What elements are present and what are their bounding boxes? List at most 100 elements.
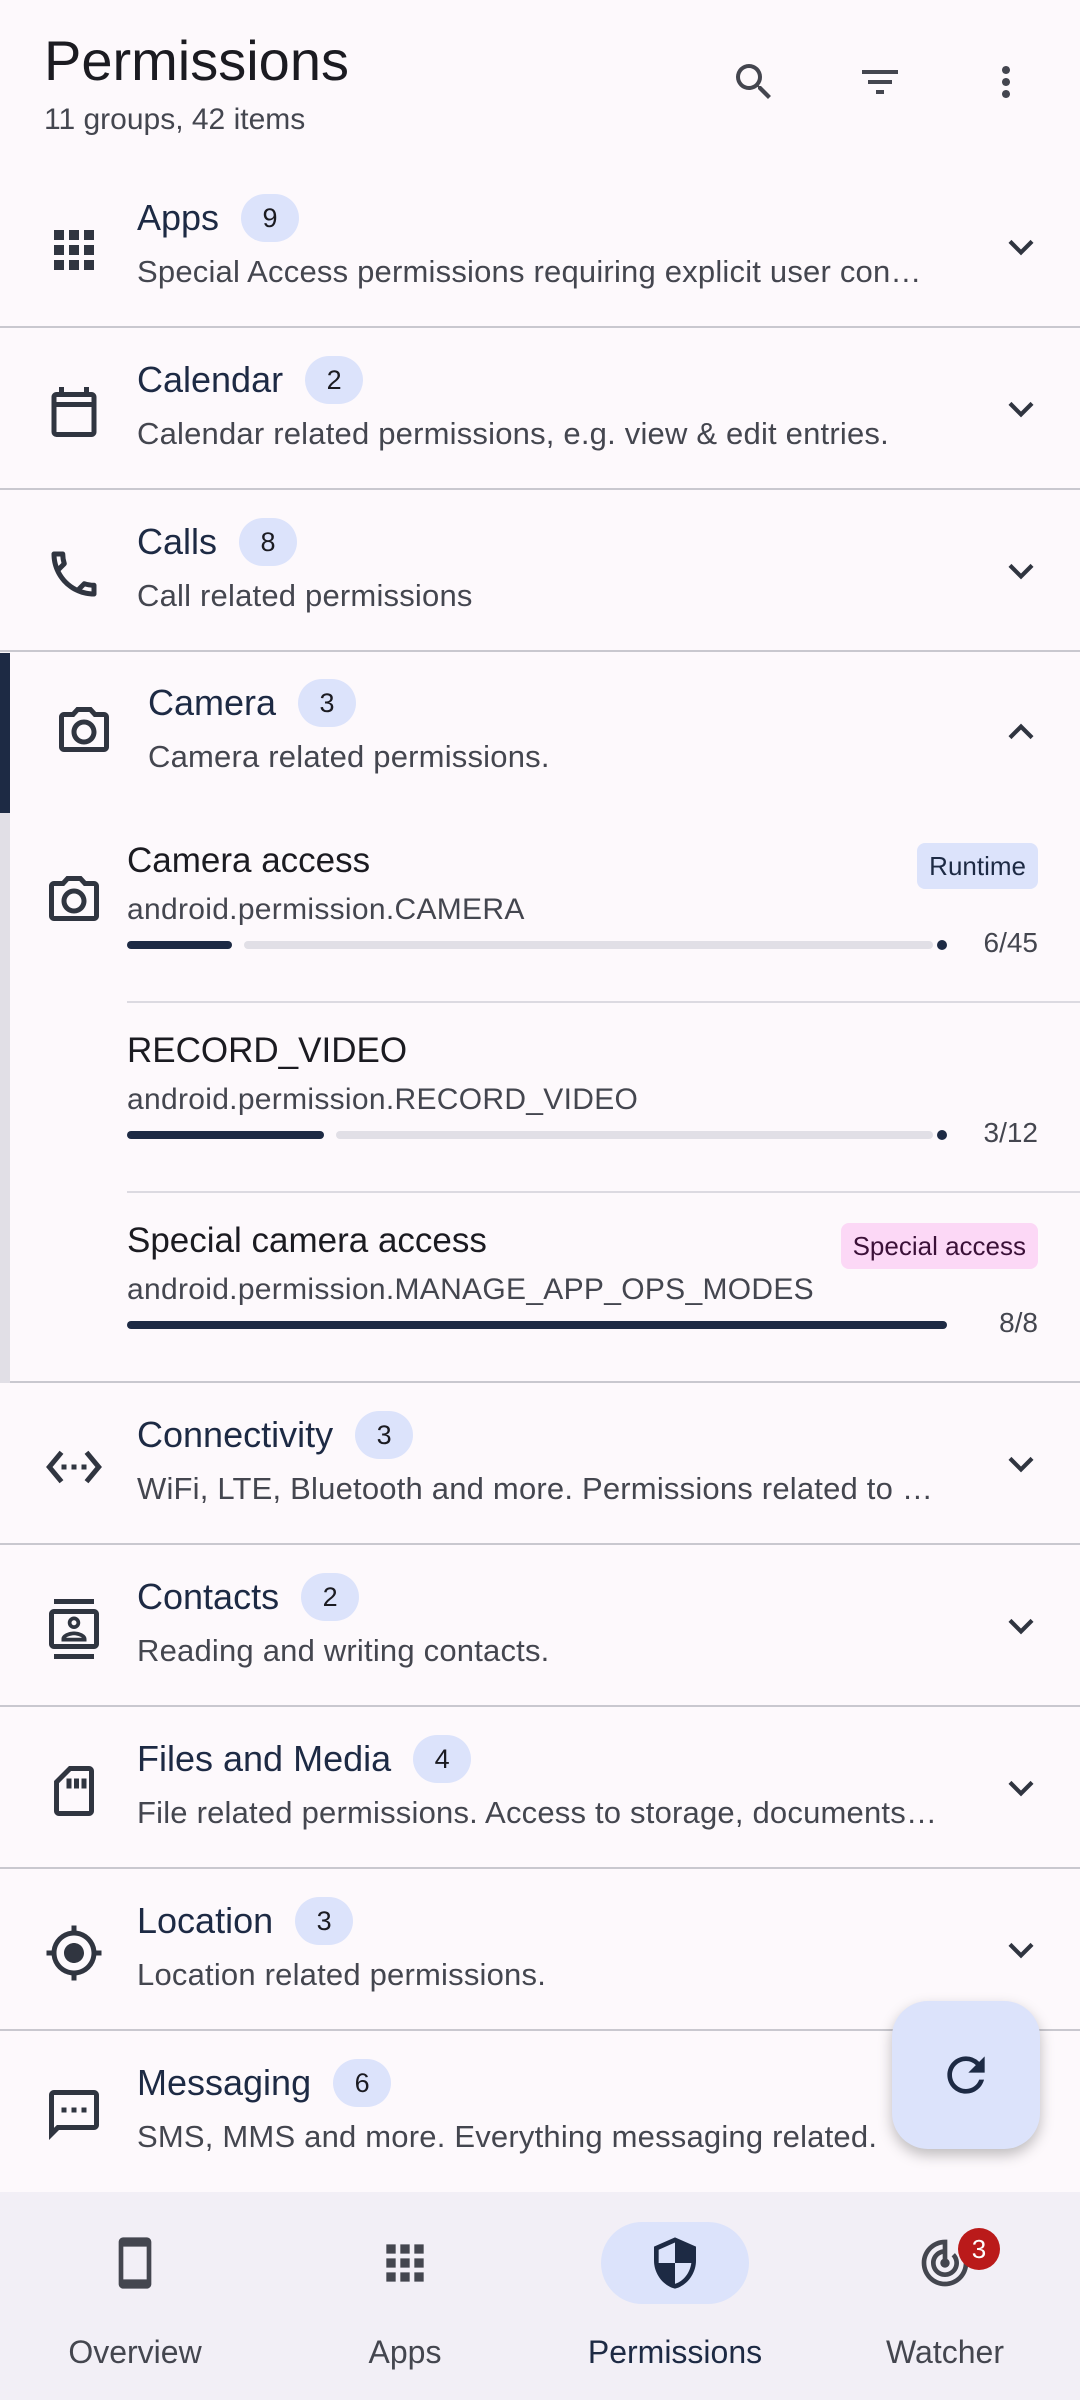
permission-type-tag: Runtime <box>917 843 1038 889</box>
chevron-up-icon[interactable] <box>996 707 1046 757</box>
permission-id: android.permission.RECORD_VIDEO <box>127 1083 639 1116</box>
permission-type-tag: Special access <box>840 1223 1038 1269</box>
chevron-down-icon[interactable] <box>996 384 1046 434</box>
nav-label: Watcher <box>886 2334 1004 2370</box>
chevron-down-icon[interactable] <box>996 546 1046 596</box>
phone-icon <box>40 540 108 608</box>
group-title: Files and Media 4 <box>137 1729 472 1789</box>
group-connectivity[interactable]: Connectivity 3 WiFi, LTE, Bluetooth and … <box>0 1383 1080 1545</box>
search-icon[interactable] <box>722 50 786 114</box>
group-name: Contacts <box>137 1576 280 1617</box>
group-title: Messaging 6 <box>137 2053 392 2113</box>
group-count-badge: 6 <box>333 2059 392 2107</box>
group-description: Location related permissions. <box>137 1957 547 1992</box>
group-description: WiFi, LTE, Bluetooth and more. Permissio… <box>137 1471 937 1506</box>
grant-count: 6/45 <box>983 927 1039 958</box>
expanded-accent-bar <box>0 653 10 813</box>
sd-card-icon <box>40 1757 108 1825</box>
connectivity-icon <box>40 1433 108 1501</box>
phone-device-icon <box>61 2222 209 2304</box>
group-name: Calls <box>137 521 218 562</box>
group-description: Calendar related permissions, e.g. view … <box>137 416 889 451</box>
group-calendar[interactable]: Calendar 2 Calendar related permissions,… <box>0 328 1080 490</box>
more-vert-icon[interactable] <box>974 50 1038 114</box>
refresh-fab[interactable] <box>892 2001 1040 2149</box>
group-description: SMS, MMS and more. Everything messaging … <box>137 2119 878 2154</box>
grant-count: 8/8 <box>999 1307 1038 1338</box>
group-title: Apps 9 <box>137 188 300 248</box>
permission-item-camera[interactable]: Camera access android.permission.CAMERA … <box>0 813 1080 1003</box>
location-icon <box>40 1919 108 1987</box>
group-count-badge: 3 <box>355 1411 414 1459</box>
contacts-icon <box>40 1595 108 1663</box>
group-title: Calls 8 <box>137 512 298 572</box>
nav-label: Overview <box>68 2334 202 2370</box>
group-name: Calendar <box>137 359 284 400</box>
calendar-icon <box>40 378 108 446</box>
group-description: Reading and writing contacts. <box>137 1633 550 1668</box>
message-icon <box>40 2081 108 2149</box>
nav-item-overview[interactable]: Overview <box>0 2192 270 2400</box>
group-count-badge: 9 <box>241 194 300 242</box>
nav-item-apps[interactable]: Apps <box>270 2192 540 2400</box>
group-camera-header[interactable]: Camera 3 Camera related permissions. <box>0 653 1080 813</box>
radar-icon <box>871 2222 1019 2304</box>
group-title: Contacts 2 <box>137 1567 360 1627</box>
group-count-badge: 2 <box>305 356 364 404</box>
group-description: Special Access permissions requiring exp… <box>137 254 937 289</box>
apps-grid-icon <box>331 2222 479 2304</box>
camera-icon <box>50 698 118 766</box>
nav-item-watcher[interactable]: 3 Watcher <box>810 2192 1080 2400</box>
permissions-screen: Permissions 11 groups, 42 items Apps 9 S… <box>0 0 1080 2400</box>
group-count-badge: 2 <box>301 1573 360 1621</box>
group-title: Connectivity 3 <box>137 1405 414 1465</box>
chevron-down-icon[interactable] <box>996 222 1046 272</box>
permission-item-special-camera[interactable]: Special camera access android.permission… <box>0 1193 1080 1383</box>
grant-progress-bar <box>127 940 947 950</box>
group-contacts[interactable]: Contacts 2 Reading and writing contacts. <box>0 1545 1080 1707</box>
group-name: Files and Media <box>137 1738 392 1779</box>
permission-label: Camera access <box>127 841 371 880</box>
group-name: Apps <box>137 197 220 238</box>
group-camera: Camera 3 Camera related permissions. Cam… <box>0 653 1080 1383</box>
chevron-down-icon[interactable] <box>996 1439 1046 1489</box>
group-description: Camera related permissions. <box>148 739 550 774</box>
page-subtitle: 11 groups, 42 items <box>44 103 306 136</box>
group-title: Location 3 <box>137 1891 354 1951</box>
group-apps[interactable]: Apps 9 Special Access permissions requir… <box>0 166 1080 328</box>
page-title: Permissions <box>44 29 349 92</box>
refresh-icon <box>947 2056 985 2094</box>
group-name: Camera <box>148 682 277 723</box>
group-count-badge: 3 <box>295 1897 354 1945</box>
permission-id: android.permission.MANAGE_APP_OPS_MODES <box>127 1273 814 1306</box>
group-files-media[interactable]: Files and Media 4 File related permissio… <box>0 1707 1080 1869</box>
chevron-down-icon[interactable] <box>996 1601 1046 1651</box>
bottom-navigation: Overview Apps Permissions 3 Watcher <box>0 2192 1080 2400</box>
permission-item-record-video[interactable]: RECORD_VIDEO android.permission.RECORD_V… <box>0 1003 1080 1193</box>
chevron-down-icon[interactable] <box>996 1763 1046 1813</box>
nav-label: Permissions <box>587 2334 763 2370</box>
group-title: Camera 3 <box>148 673 357 733</box>
group-description: Call related permissions <box>137 578 473 613</box>
group-calls[interactable]: Calls 8 Call related permissions <box>0 490 1080 652</box>
group-count-badge: 3 <box>298 679 357 727</box>
permission-label: RECORD_VIDEO <box>127 1031 408 1070</box>
group-name: Location <box>137 1900 274 1941</box>
group-name: Connectivity <box>137 1414 334 1455</box>
apps-grid-icon <box>40 216 108 284</box>
permission-id: android.permission.CAMERA <box>127 893 525 926</box>
shield-icon <box>601 2222 749 2304</box>
group-title: Calendar 2 <box>137 350 364 410</box>
top-app-bar: Permissions 11 groups, 42 items <box>0 0 1080 176</box>
grant-progress-bar <box>127 1321 947 1329</box>
filter-icon[interactable] <box>848 50 912 114</box>
permission-label: Special camera access <box>127 1221 487 1260</box>
group-count-badge: 4 <box>413 1735 472 1783</box>
chevron-down-icon[interactable] <box>996 1925 1046 1975</box>
grant-progress-bar <box>127 1130 947 1140</box>
nav-label: Apps <box>368 2334 442 2370</box>
nav-item-permissions[interactable]: Permissions <box>540 2192 810 2400</box>
group-count-badge: 8 <box>239 518 298 566</box>
group-description: File related permissions. Access to stor… <box>137 1795 937 1830</box>
camera-icon <box>40 867 108 935</box>
